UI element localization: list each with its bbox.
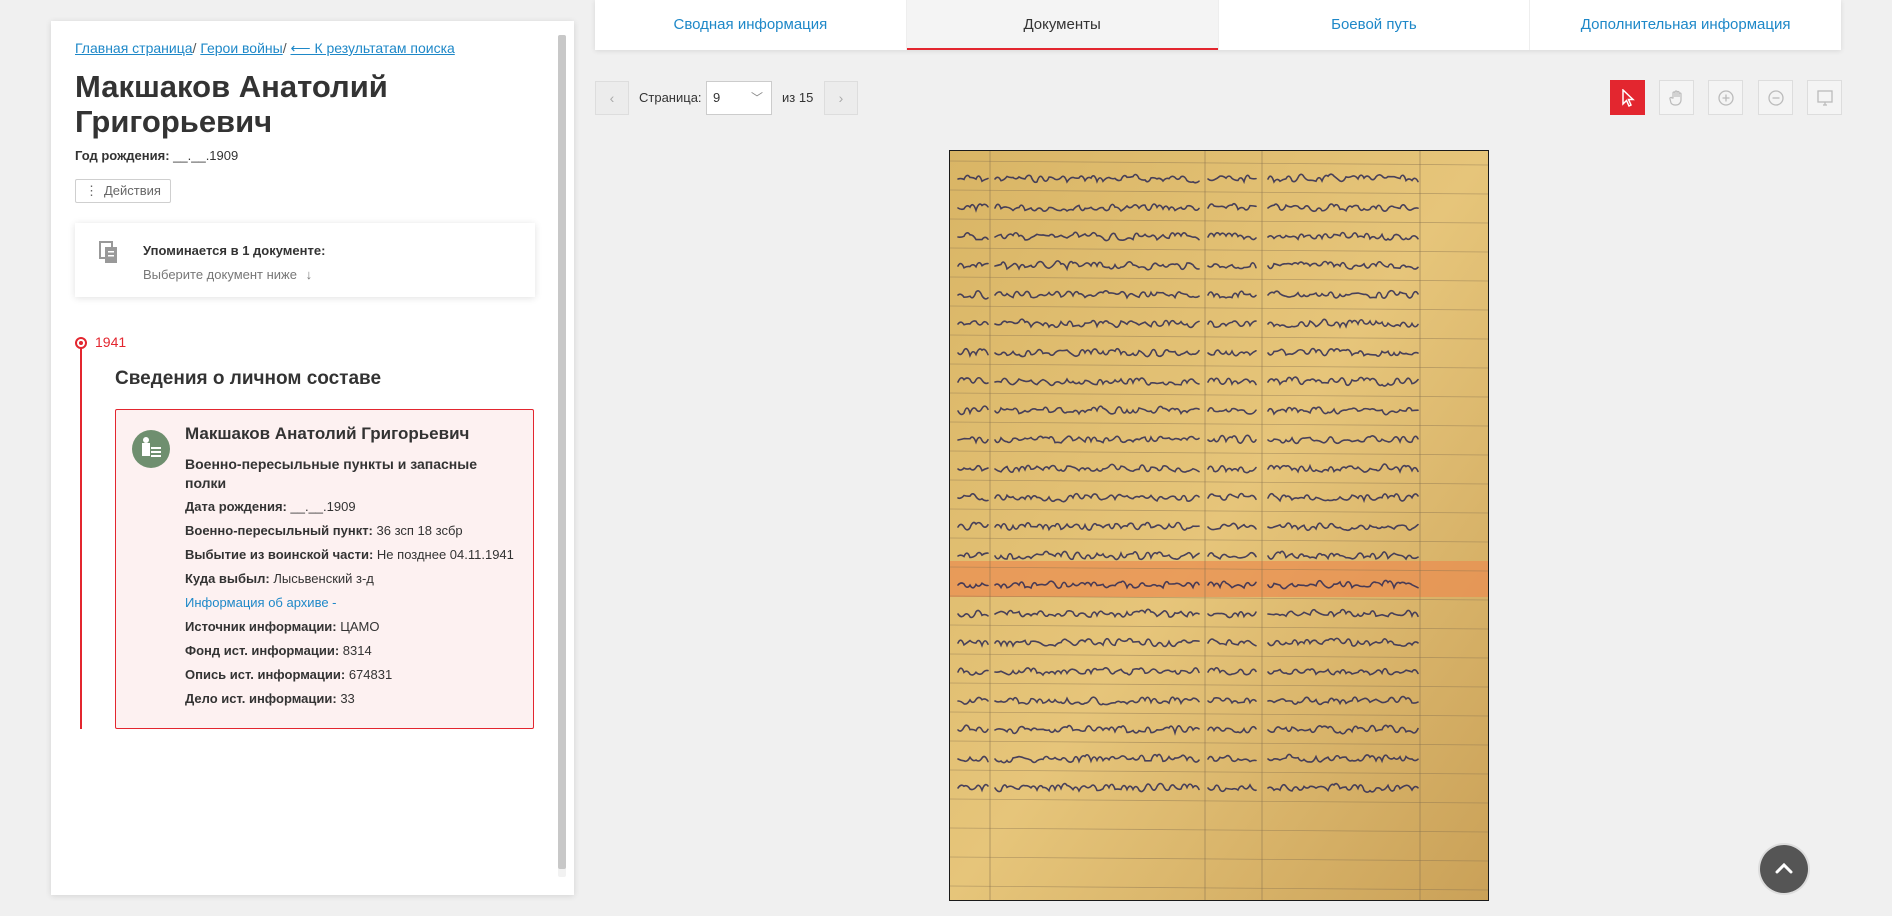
back-to-results-link[interactable]: ⟵ К результатам поиска (291, 40, 455, 56)
record-person-name: Макшаков Анатолий Григорьевич (185, 424, 470, 443)
section-title: Сведения о личном составе (115, 368, 382, 389)
record-field-label: Выбытие из воинской части: (185, 547, 374, 562)
scroll-to-top-button[interactable] (1760, 845, 1808, 893)
zoom-in-icon (1717, 89, 1734, 106)
page-title: Макшаков Анатолий Григорьевич (75, 69, 388, 139)
breadcrumb: Главная страница/ Герои войны/ ⟵ К резул… (75, 40, 455, 57)
tab-additional-info[interactable]: Дополнительная информация (1530, 0, 1841, 50)
record-field: Фонд ист. информации: 8314 (185, 643, 372, 658)
mention-title: Упоминается в 1 документе: (143, 243, 326, 258)
record-field-value: ЦАМО (340, 619, 380, 634)
person-card-icon (132, 430, 170, 468)
pan-tool-button[interactable] (1659, 80, 1694, 115)
record-field-value: Лысьвенский з-д (273, 571, 374, 586)
prev-page-button[interactable]: ‹ (595, 81, 629, 115)
record-field-label: Дата рождения: (185, 499, 287, 514)
tab-documents[interactable]: Документы (906, 0, 1219, 50)
person-panel: Главная страница/ Герои войны/ ⟵ К резул… (51, 21, 574, 895)
record-field: Дело ист. информации: 33 (185, 691, 355, 706)
breadcrumb-separator: / (192, 40, 197, 56)
document-scan-image[interactable] (950, 151, 1488, 900)
record-field-label: Дело ист. информации: (185, 691, 337, 706)
record-card[interactable]: Макшаков Анатолий Григорьевич Военно-пер… (115, 409, 534, 729)
actions-button[interactable]: ⋮ Действия (75, 179, 171, 203)
birth-year-value: __.__.1909 (173, 148, 239, 163)
mention-card: Упоминается в 1 документе: Выберите доку… (75, 223, 535, 297)
chevron-up-icon (1775, 862, 1793, 874)
archive-info-link[interactable]: Информация об архиве - (185, 595, 337, 610)
zoom-in-button[interactable] (1708, 80, 1743, 115)
documents-icon (99, 241, 117, 263)
record-field-value: 36 зсп 18 зсбр (376, 523, 463, 538)
tab-summary[interactable]: Сводная информация (595, 0, 907, 50)
chevron-down-icon: ﹀ (750, 91, 763, 105)
actions-button-label: Действия (104, 183, 161, 198)
record-field-label: Военно-пересыльный пункт: (185, 523, 373, 538)
page-select-value: 9 (713, 90, 721, 105)
timeline-year: 1941 (95, 334, 127, 350)
record-field-label: Куда выбыл: (185, 571, 270, 586)
breadcrumb-home-link[interactable]: Главная страница (75, 40, 193, 56)
breadcrumb-separator: / (282, 40, 287, 56)
mention-subtitle-text: Выберите документ ниже (143, 267, 297, 282)
zoom-out-button[interactable] (1758, 80, 1793, 115)
screen-icon (1816, 89, 1833, 106)
record-field: Источник информации: ЦАМО (185, 619, 380, 634)
timeline-line (80, 346, 82, 729)
record-field: Дата рождения: __.__.1909 (185, 499, 356, 514)
record-field-value: __.__.1909 (290, 499, 356, 514)
page-total: из 15 (782, 90, 814, 105)
page-select[interactable]: 9 ﹀ (706, 81, 772, 115)
breadcrumb-heroes-link[interactable]: Герои войны (200, 40, 282, 56)
select-tool-button[interactable] (1610, 80, 1645, 115)
record-field-value: Не позднее 04.11.1941 (376, 547, 514, 562)
record-field-label: Опись ист. информации: (185, 667, 346, 682)
more-vertical-icon: ⋮ (85, 183, 98, 198)
record-field-value: 8314 (342, 643, 372, 658)
birth-year-label: Год рождения: (75, 148, 170, 163)
mention-subtitle: Выберите документ ниже ↓ (143, 267, 312, 282)
tab-bar: Сводная информация Документы Боевой путь… (595, 0, 1841, 50)
panel-scrollbar-thumb[interactable] (558, 35, 566, 869)
record-field: Военно-пересыльный пункт: 36 зсп 18 зсбр (185, 523, 463, 538)
handwritten-list-image (950, 151, 1488, 900)
page-label: Страница: (639, 90, 702, 105)
record-organization: Военно-пересыльные пункты и запасные пол… (185, 456, 477, 491)
tab-combat-path[interactable]: Боевой путь (1219, 0, 1531, 50)
record-field-label: Фонд ист. информации: (185, 643, 340, 658)
record-field: Выбытие из воинской части: Не позднее 04… (185, 547, 514, 562)
fullscreen-button[interactable] (1807, 80, 1842, 115)
arrow-down-icon: ↓ (305, 267, 313, 282)
record-field-value: 33 (340, 691, 355, 706)
cursor-icon (1621, 88, 1635, 107)
timeline-dot-icon (75, 337, 87, 349)
birth-year: Год рождения: __.__.1909 (75, 148, 238, 163)
hand-icon (1668, 89, 1682, 106)
record-field: Опись ист. информации: 674831 (185, 667, 392, 682)
zoom-out-icon (1767, 89, 1784, 106)
record-field-label: Источник информации: (185, 619, 337, 634)
record-field: Куда выбыл: Лысьвенский з-д (185, 571, 374, 586)
record-field-value: 674831 (348, 667, 393, 682)
next-page-button[interactable]: › (824, 81, 858, 115)
